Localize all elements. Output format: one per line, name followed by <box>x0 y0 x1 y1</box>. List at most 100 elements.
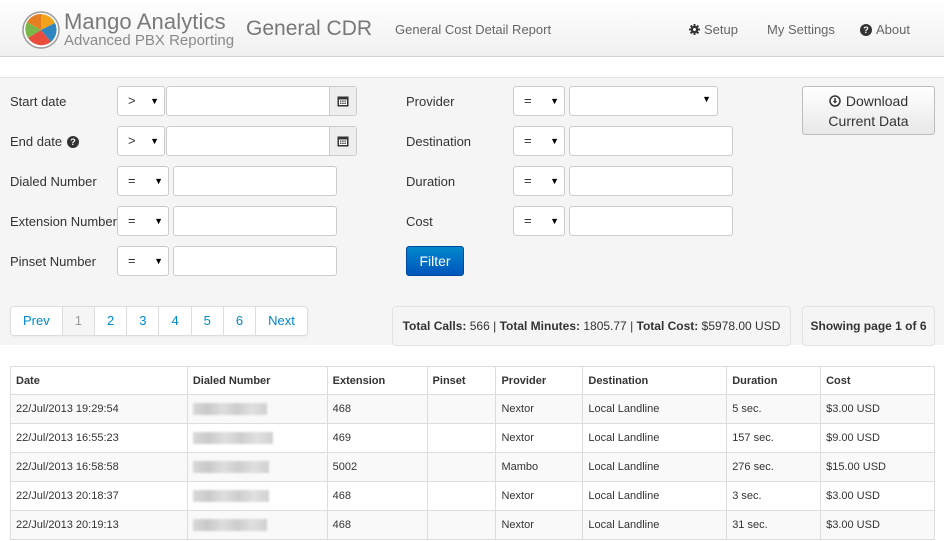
end-date-operator-select[interactable]: > ▼ <box>117 126 165 156</box>
chevron-down-icon: ▼ <box>550 216 559 226</box>
dialed-number-operator-select[interactable]: = ▼ <box>117 166 169 196</box>
download-circle-icon <box>829 95 841 107</box>
about-link[interactable]: ? About <box>860 22 910 37</box>
setup-link[interactable]: Setup <box>689 22 738 37</box>
cell-provider: Mambo <box>495 452 584 482</box>
column-header-destination[interactable]: Destination <box>582 366 728 395</box>
cell-dialed-number <box>186 394 328 424</box>
cell-cost: $3.00 USD <box>820 510 935 540</box>
column-header-extension[interactable]: Extension <box>326 366 428 395</box>
cell-destination: Local Landline <box>582 423 728 453</box>
question-circle-icon: ? <box>860 23 872 36</box>
total-cost-label: Total Cost: <box>636 319 699 333</box>
destination-input[interactable] <box>569 126 733 156</box>
start-date-calendar-button[interactable] <box>329 87 356 115</box>
pagination-page-2[interactable]: 2 <box>93 307 126 335</box>
filter-button[interactable]: Filter <box>406 246 464 276</box>
start-date-operator-select[interactable]: > ▼ <box>117 86 165 116</box>
cost-label: Cost <box>406 214 433 229</box>
destination-operator-select[interactable]: = ▼ <box>513 126 565 156</box>
cell-pinset <box>426 394 497 424</box>
chevron-down-icon: ▼ <box>550 96 559 106</box>
cell-pinset <box>426 481 497 511</box>
column-header-dialed-number[interactable]: Dialed Number <box>186 366 328 395</box>
table-row: 22/Jul/2013 16:55:23 469 Nextor Local La… <box>10 423 935 453</box>
redacted-number <box>192 490 269 503</box>
total-calls-label: Total Calls: <box>402 319 467 333</box>
cell-cost: $3.00 USD <box>820 481 935 511</box>
pagination-page-5[interactable]: 5 <box>190 307 223 335</box>
end-date-calendar-button[interactable] <box>329 127 356 155</box>
cell-provider: Nextor <box>495 423 584 453</box>
page-title: General CDR <box>246 17 373 40</box>
start-date-input[interactable] <box>166 86 357 116</box>
my-settings-link[interactable]: My Settings <box>767 22 835 37</box>
cdr-table: Date Dialed Number Extension Pinset Prov… <box>10 366 935 540</box>
end-date-label: End date ? <box>10 134 80 149</box>
pinset-number-label: Pinset Number <box>10 254 96 269</box>
my-settings-label: My Settings <box>767 22 835 37</box>
cost-operator-select[interactable]: = ▼ <box>513 206 565 236</box>
duration-input[interactable] <box>569 166 733 196</box>
cell-dialed-number <box>186 452 328 482</box>
cell-destination: Local Landline <box>582 510 728 540</box>
column-header-pinset[interactable]: Pinset <box>426 366 497 395</box>
cell-extension: 469 <box>326 423 428 453</box>
svg-text:?: ? <box>863 25 869 35</box>
pagination-page-3[interactable]: 3 <box>126 307 158 335</box>
chevron-down-icon: ▼ <box>150 96 159 106</box>
end-date-input[interactable] <box>166 126 357 156</box>
brand-subtitle[interactable]: Advanced PBX Reporting <box>64 32 234 49</box>
table-row: 22/Jul/2013 19:29:54 468 Nextor Local La… <box>10 394 935 424</box>
cell-date: 22/Jul/2013 20:18:37 <box>10 481 188 511</box>
extension-number-input[interactable] <box>173 206 337 236</box>
cost-input[interactable] <box>569 206 733 236</box>
cell-date: 22/Jul/2013 19:29:54 <box>10 394 188 424</box>
pagination-page-1[interactable]: 1 <box>61 307 94 335</box>
help-icon[interactable]: ? <box>67 135 80 148</box>
destination-label: Destination <box>406 134 472 149</box>
cell-extension: 5002 <box>326 452 428 482</box>
cell-duration: 3 sec. <box>726 481 822 511</box>
chevron-down-icon: ▼ <box>550 176 559 186</box>
pinset-number-operator-select[interactable]: = ▼ <box>117 246 169 276</box>
dialed-number-input[interactable] <box>173 166 337 196</box>
cell-pinset <box>426 452 497 482</box>
download-current-data-button[interactable]: Download Current Data <box>802 86 935 135</box>
table-row: 22/Jul/2013 16:58:58 5002 Mambo Local La… <box>10 452 935 482</box>
provider-label: Provider <box>406 94 455 109</box>
pagination-prev[interactable]: Prev <box>11 307 62 335</box>
cell-date: 22/Jul/2013 16:55:23 <box>10 423 188 453</box>
totals-summary: Total Calls: 566 | Total Minutes: 1805.7… <box>392 306 791 346</box>
provider-operator-select[interactable]: = ▼ <box>513 86 565 116</box>
duration-operator-select[interactable]: = ▼ <box>513 166 565 196</box>
redacted-number <box>192 403 267 416</box>
cell-destination: Local Landline <box>582 481 728 511</box>
cell-duration: 5 sec. <box>726 394 822 424</box>
download-line2: Current Data <box>828 113 909 129</box>
pagination-page-6[interactable]: 6 <box>222 307 255 335</box>
provider-select[interactable]: ▼ <box>569 86 718 116</box>
column-header-provider[interactable]: Provider <box>495 366 584 395</box>
cell-pinset <box>426 423 497 453</box>
redacted-number <box>192 461 269 474</box>
column-header-cost[interactable]: Cost <box>820 366 935 395</box>
dialed-number-label: Dialed Number <box>10 174 97 189</box>
total-calls-value: 566 <box>469 319 490 333</box>
start-date-label: Start date <box>10 94 67 109</box>
pinset-number-input[interactable] <box>173 246 337 276</box>
chevron-down-icon: ▼ <box>702 94 711 104</box>
extension-number-label: Extension Number <box>10 214 117 229</box>
extension-number-operator-select[interactable]: = ▼ <box>117 206 169 236</box>
calendar-icon <box>337 136 349 147</box>
download-line1: Download <box>845 93 909 109</box>
cell-date: 22/Jul/2013 16:58:58 <box>10 452 188 482</box>
duration-label: Duration <box>406 174 456 189</box>
cell-extension: 468 <box>326 510 428 540</box>
chevron-down-icon: ▼ <box>550 136 559 146</box>
pagination-next[interactable]: Next <box>255 307 307 335</box>
pagination-page-4[interactable]: 4 <box>158 307 190 335</box>
column-header-duration[interactable]: Duration <box>726 366 822 395</box>
column-header-date[interactable]: Date <box>10 366 188 395</box>
redacted-number <box>192 432 273 445</box>
